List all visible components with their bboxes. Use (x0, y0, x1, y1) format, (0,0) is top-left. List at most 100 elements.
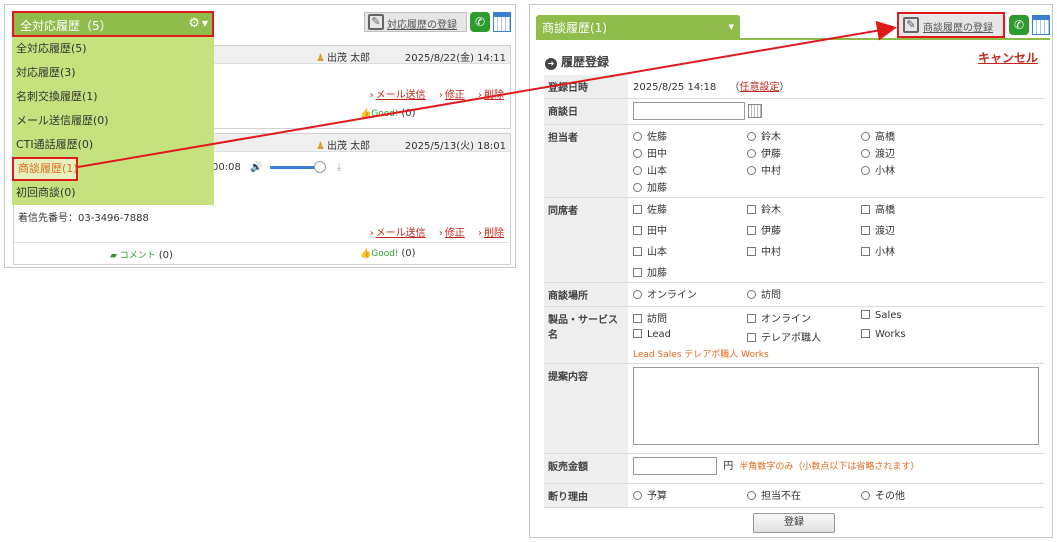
slider-thumb[interactable] (313, 161, 326, 173)
product-option[interactable]: Works (861, 329, 975, 344)
owner-option[interactable]: 渡辺 (861, 145, 975, 160)
audio-time: 00:08 (212, 162, 241, 173)
history-type-dropdown[interactable]: 全対応履歴（5） ⚙ ▼ (12, 11, 214, 37)
tab-underline (536, 38, 1050, 40)
owner-option[interactable]: 伊藤 (747, 145, 861, 160)
owner-option[interactable]: 小林 (861, 162, 975, 177)
attendee-option[interactable]: 渡辺 (861, 222, 975, 237)
product-options: 訪問 オンライン Sales Lead テレアポ職人 Works (633, 310, 1039, 344)
gear-icon[interactable]: ⚙ (188, 16, 200, 31)
calendar-icon[interactable] (1032, 15, 1050, 35)
checkbox-icon (633, 205, 642, 214)
card-user: ♟ 出茂 太郎 (316, 53, 371, 64)
attendee-option[interactable]: 田中 (633, 222, 747, 237)
good-button[interactable]: 👍Good! (0) (360, 248, 416, 259)
audio-player[interactable]: 00:08 🔊 ⤓ (212, 161, 341, 173)
radio-icon (861, 491, 870, 500)
attendee-option[interactable]: 山本 (633, 243, 747, 258)
product-option[interactable]: オンライン (747, 310, 861, 325)
label-reg-datetime: 登録日時 (544, 75, 628, 99)
attendee-option[interactable]: 佐藤 (633, 201, 747, 216)
checkbox-icon (747, 314, 756, 323)
callee-number: 着信先番号：03-3496-7888 (18, 213, 149, 224)
place-option[interactable]: 訪問 (747, 286, 861, 301)
owner-option[interactable]: 鈴木 (747, 128, 861, 143)
attendee-option[interactable]: 高橋 (861, 201, 975, 216)
radio-icon (633, 166, 642, 175)
product-option[interactable]: 訪問 (633, 310, 747, 325)
menu-item-card-exchange[interactable]: 名刺交換履歴(1) (12, 85, 214, 109)
mail-link[interactable]: メール送信 (370, 228, 426, 239)
card-date: 2025/8/22(金) 14:11 (404, 53, 506, 64)
checkbox-icon (861, 226, 870, 235)
row-reg-datetime: 登録日時 2025/8/25 14:18 （任意設定） (544, 75, 1044, 99)
menu-item-mail[interactable]: メール送信履歴(0) (12, 109, 214, 133)
attendee-option[interactable]: 加藤 (633, 264, 747, 279)
menu-item-negotiation[interactable]: 商談履歴(1) (12, 157, 78, 181)
custom-setting-link[interactable]: 任意設定 (739, 82, 779, 93)
menu-item-first-negotiation[interactable]: 初回商談(0) (12, 181, 214, 205)
phone-icon[interactable]: ✆ (1009, 15, 1029, 35)
menu-item-response[interactable]: 対応履歴(3) (12, 61, 214, 85)
good-button[interactable]: 👍Good! (0) (360, 108, 416, 119)
download-icon[interactable]: ⤓ (337, 162, 341, 173)
comment-button[interactable]: ▰ コメント (0) (110, 248, 173, 261)
label-reason: 断り理由 (544, 483, 628, 508)
row-meeting-date: 商談日 (544, 98, 1044, 125)
edit-link[interactable]: 修正 (439, 228, 465, 239)
product-note: Lead Sales テレアポ職人 Works (633, 350, 769, 360)
owner-option[interactable]: 中村 (747, 162, 861, 177)
place-option[interactable]: オンライン (633, 286, 747, 301)
delete-link[interactable]: 削除 (478, 90, 504, 101)
menu-item-cti[interactable]: CTI通話履歴(0) (12, 133, 214, 157)
attendee-option[interactable]: 小林 (861, 243, 975, 258)
thumbs-up-icon: 👍 (360, 249, 372, 259)
checkbox-icon (633, 268, 642, 277)
owner-option[interactable]: 高橋 (861, 128, 975, 143)
register-response-button[interactable]: ✎ 対応履歴の登録 (364, 12, 467, 32)
attendee-option[interactable]: 鈴木 (747, 201, 861, 216)
row-product: 製品・サービス名 訪問 オンライン Sales Lead テレアポ職人 Work… (544, 306, 1044, 364)
calendar-icon[interactable] (493, 12, 511, 32)
card-date: 2025/5/13(火) 18:01 (404, 141, 506, 152)
phone-icon[interactable]: ✆ (470, 12, 490, 32)
delete-link[interactable]: 削除 (478, 228, 504, 239)
amount-note: 半角数字のみ（小数点以下は省略されます） (739, 462, 920, 472)
owner-option[interactable]: 山本 (633, 162, 747, 177)
register-negotiation-button[interactable]: ✎ 商談履歴の登録 (897, 12, 1005, 38)
owner-option[interactable]: 田中 (633, 145, 747, 160)
label-proposal: 提案内容 (544, 363, 628, 454)
dropdown-title: 全対応履歴（5） (20, 19, 112, 33)
user-icon: ♟ (316, 53, 325, 64)
product-option[interactable]: Sales (861, 310, 975, 325)
meeting-date-input[interactable] (633, 102, 745, 120)
audio-slider[interactable] (269, 165, 316, 169)
reason-option[interactable]: 予算 (633, 487, 747, 502)
submit-button[interactable]: 登録 (753, 513, 835, 533)
register-negotiation-label: 商談履歴の登録 (923, 23, 993, 34)
card-divider (14, 242, 510, 243)
negotiation-form: 登録日時 2025/8/25 14:18 （任意設定） 商談日 担当者 佐藤 鈴… (544, 75, 1044, 508)
register-response-label: 対応履歴の登録 (387, 20, 457, 31)
checkbox-icon (633, 247, 642, 256)
owner-option[interactable]: 佐藤 (633, 128, 747, 143)
radio-icon (633, 290, 642, 299)
owner-option[interactable]: 加藤 (633, 179, 747, 194)
label-place: 商談場所 (544, 282, 628, 307)
reason-option[interactable]: その他 (861, 487, 975, 502)
proposal-textarea[interactable] (633, 367, 1039, 445)
menu-item-all[interactable]: 全対応履歴(5) (12, 37, 214, 61)
edit-link[interactable]: 修正 (439, 90, 465, 101)
negotiation-tab[interactable]: 商談履歴(1) ▼ (536, 15, 740, 39)
mail-link[interactable]: メール送信 (370, 90, 426, 101)
calendar-picker-icon[interactable] (748, 104, 763, 118)
reason-option[interactable]: 担当不在 (747, 487, 861, 502)
product-option[interactable]: Lead (633, 329, 747, 344)
attendee-option[interactable]: 伊藤 (747, 222, 861, 237)
amount-input[interactable] (633, 457, 717, 475)
attendee-option[interactable]: 中村 (747, 243, 861, 258)
volume-icon[interactable]: 🔊 (250, 162, 262, 173)
radio-icon (633, 132, 642, 141)
cancel-link[interactable]: キャンセル (978, 49, 1038, 66)
product-option[interactable]: テレアポ職人 (747, 329, 861, 344)
